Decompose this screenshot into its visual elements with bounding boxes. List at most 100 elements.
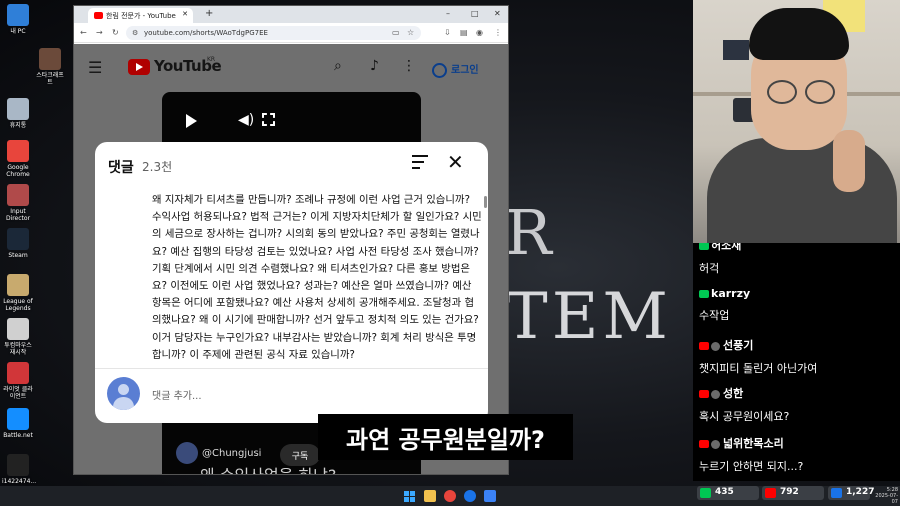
screen-share-icon[interactable]: ▭: [392, 28, 400, 37]
app-shortcut-icon: [7, 184, 29, 206]
fullscreen-icon[interactable]: [262, 113, 275, 126]
youtube-icon: [699, 390, 709, 398]
chat-text: 누르기 안하면 되지...?: [699, 460, 804, 473]
close-tab-icon[interactable]: ✕: [182, 10, 188, 18]
sort-icon[interactable]: [412, 155, 428, 173]
desktop-icon[interactable]: 투컴마우스 재시작: [2, 318, 34, 356]
windows-start-icon[interactable]: [404, 491, 415, 502]
desktop-icon-label: 라이엇 클라이언트: [3, 386, 33, 400]
youtube-logo-icon[interactable]: [128, 59, 150, 75]
browser-menu-icon[interactable]: ⋮: [494, 28, 502, 37]
live-chat: 허소새 허걱 karrzy 수작업 선풍기 챗지피티 돌린거 아닌가여 성한 혹시 공무원이세…: [693, 243, 900, 481]
close-window-button[interactable]: ✕: [494, 9, 501, 18]
login-label: 로그인: [451, 65, 479, 76]
chzzk-icon: [699, 290, 709, 298]
app-shortcut-icon: [7, 274, 29, 296]
tab-title: 한림 전문가 - YouTube: [106, 12, 176, 20]
desktop-icon-label: Google Chrome: [6, 164, 30, 178]
comments-scrollbar[interactable]: [484, 196, 487, 208]
profile-icon[interactable]: ◉: [476, 28, 483, 37]
avatar: [711, 389, 720, 399]
minimize-button[interactable]: –: [446, 9, 450, 18]
background-word: TEM: [505, 280, 672, 354]
desktop-icon[interactable]: League of Legends: [2, 274, 34, 312]
comments-count: 2.3천: [142, 160, 173, 174]
tab-bar: 한림 전문가 - YouTube ✕ + – □ ✕: [74, 6, 508, 23]
divider: [95, 368, 488, 369]
download-icon[interactable]: ⇩: [444, 28, 451, 37]
app-shortcut-icon: [7, 362, 29, 384]
chzzk-icon: [700, 488, 711, 498]
back-icon[interactable]: ←: [80, 28, 87, 37]
desktop-icon-label: Battle.net: [3, 432, 33, 439]
desktop-icon[interactable]: 라이엇 클라이언트: [2, 362, 34, 400]
app-icon[interactable]: [464, 490, 476, 502]
comments-title: 댓글: [108, 160, 134, 176]
file-explorer-icon[interactable]: [424, 490, 436, 502]
app-shortcut-icon: [7, 408, 29, 430]
app-shortcut-icon: [7, 228, 29, 250]
total-viewer-count: 1,227: [828, 486, 874, 500]
volume-icon[interactable]: ◀): [238, 112, 254, 128]
chrome-icon[interactable]: [444, 490, 456, 502]
desktop-icon[interactable]: 스타크래프트: [34, 48, 66, 86]
desktop-icon[interactable]: 휴지통: [2, 98, 34, 129]
chat-text: 챗지피티 돌린거 아닌가여: [699, 362, 818, 375]
new-tab-button[interactable]: +: [205, 8, 213, 19]
app-shortcut-icon: [7, 318, 29, 340]
play-icon[interactable]: [186, 114, 197, 128]
chzzk-icon: [699, 243, 709, 250]
viewers-icon: [831, 488, 842, 498]
background-letter: R: [505, 196, 554, 269]
video-caption: 왜 수익사업을 하냐?: [200, 462, 336, 474]
more-options-icon[interactable]: ⋮: [402, 58, 416, 74]
channel-name: @Chungjusi: [202, 448, 262, 459]
youtube-icon: [765, 488, 776, 498]
app-shortcut-icon: [39, 48, 61, 70]
app-shortcut-icon: [7, 4, 29, 26]
desktop-icon-label: 투컴마우스 재시작: [4, 342, 32, 356]
search-icon[interactable]: ⌕: [334, 58, 342, 74]
channel-info[interactable]: @Chungjusi: [176, 442, 261, 464]
close-icon[interactable]: ✕: [447, 150, 464, 174]
browser-tab[interactable]: 한림 전문가 - YouTube ✕: [88, 8, 193, 23]
account-icon: [432, 62, 447, 78]
desktop-icon[interactable]: i1422474...: [2, 454, 37, 485]
address-bar[interactable]: ⚙ youtube.com/shorts/WAoTdgPG7EE: [126, 26, 421, 40]
extensions-icon[interactable]: ▤: [460, 28, 468, 37]
chat-text: 허걱: [699, 262, 720, 275]
app-icon-2[interactable]: [484, 490, 496, 502]
desktop-icon-label: 내 PC: [10, 28, 26, 35]
address-bar-row: ← → ↻ ⚙ youtube.com/shorts/WAoTdgPG7EE ▭…: [74, 23, 508, 43]
desktop-icon[interactable]: Battle.net: [2, 408, 34, 439]
microphone-icon[interactable]: ♪: [370, 58, 379, 74]
youtube-region: KR: [207, 56, 216, 63]
stream-subtitle: 과연 공무원분일까?: [318, 414, 573, 460]
app-shortcut-icon: [7, 454, 29, 476]
desktop-icon[interactable]: Steam: [2, 228, 34, 259]
chat-message: 넓위한목소리 누르기 안하면 되지...?: [699, 435, 803, 474]
maximize-button[interactable]: □: [471, 9, 479, 18]
desktop-icon-label: Steam: [8, 252, 28, 259]
chzzk-viewer-count: 435: [697, 486, 759, 500]
reload-icon[interactable]: ↻: [112, 28, 119, 37]
site-info-icon[interactable]: ⚙: [132, 29, 138, 37]
add-comment-input[interactable]: 댓글 추가...: [152, 387, 202, 402]
youtube-favicon-icon: [94, 12, 103, 19]
desktop-icon[interactable]: 내 PC: [2, 4, 34, 35]
chat-username: 성한: [723, 387, 744, 400]
desktop-icon-label: i1422474...: [2, 478, 37, 485]
chat-username: 허소새: [711, 243, 742, 252]
forward-icon[interactable]: →: [96, 28, 103, 37]
avatar: [711, 439, 720, 449]
hamburger-menu-icon[interactable]: ☰: [88, 58, 102, 77]
bookmark-star-icon[interactable]: ☆: [407, 28, 414, 37]
desktop-icon[interactable]: Google Chrome: [2, 140, 34, 178]
chat-text: 혹시 공무원이세요?: [699, 410, 790, 423]
system-clock: 5:28 2025-07-07: [875, 487, 898, 505]
desktop-icon-label: 스타크래프트: [36, 72, 64, 86]
desktop-icon[interactable]: Input Director: [2, 184, 34, 222]
login-button[interactable]: 로그인: [432, 61, 479, 78]
desktop-icon-label: Input Director: [5, 208, 31, 222]
youtube-icon: [699, 440, 709, 448]
